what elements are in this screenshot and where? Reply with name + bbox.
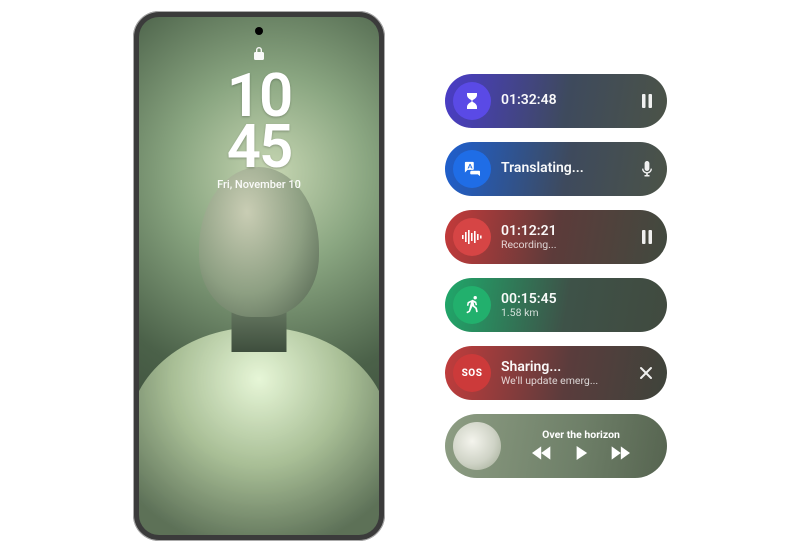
timer-time: 01:32:48 bbox=[501, 93, 641, 108]
sos-subtitle: We'll update emerg... bbox=[501, 375, 639, 387]
lock-icon bbox=[253, 45, 265, 64]
translate-label: Translating... bbox=[501, 161, 641, 176]
translate-icon bbox=[453, 150, 491, 188]
music-pill[interactable]: Over the horizon bbox=[445, 414, 667, 478]
phone-screen: 10 45 Fri, November 10 Over the horizon bbox=[139, 17, 379, 535]
previous-icon[interactable] bbox=[532, 445, 552, 464]
recording-pill[interactable]: 01:12:21 Recording... bbox=[445, 210, 667, 264]
music-title: Over the horizon bbox=[542, 428, 620, 441]
play-icon[interactable] bbox=[574, 445, 588, 464]
hourglass-icon bbox=[453, 82, 491, 120]
recording-time: 01:12:21 bbox=[501, 224, 641, 239]
pause-icon[interactable] bbox=[641, 94, 653, 108]
recording-status: Recording... bbox=[501, 239, 641, 251]
phone-frame: 10 45 Fri, November 10 Over the horizon bbox=[133, 11, 385, 541]
now-bar-examples: 01:32:48 Translating... 01:12:21 Recordi… bbox=[445, 74, 667, 478]
sos-icon: SOS bbox=[453, 354, 491, 392]
waveform-icon bbox=[453, 218, 491, 256]
clock-minutes: 45 bbox=[227, 121, 292, 172]
running-icon bbox=[453, 286, 491, 324]
fitness-time: 00:15:45 bbox=[501, 292, 653, 307]
timer-pill[interactable]: 01:32:48 bbox=[445, 74, 667, 128]
album-art-icon bbox=[453, 422, 501, 470]
sos-title: Sharing... bbox=[501, 360, 639, 375]
sos-pill[interactable]: SOS Sharing... We'll update emerg... bbox=[445, 346, 667, 400]
microphone-icon[interactable] bbox=[641, 161, 653, 177]
lockscreen-clock: 10 45 bbox=[227, 70, 292, 172]
lockscreen-date: Fri, November 10 bbox=[217, 178, 301, 191]
fitness-pill[interactable]: 00:15:45 1.58 km bbox=[445, 278, 667, 332]
fitness-distance: 1.58 km bbox=[501, 307, 653, 319]
camera-cutout bbox=[255, 27, 263, 35]
next-icon[interactable] bbox=[610, 445, 630, 464]
close-icon[interactable] bbox=[639, 366, 653, 380]
translate-pill[interactable]: Translating... bbox=[445, 142, 667, 196]
pause-icon[interactable] bbox=[641, 230, 653, 244]
